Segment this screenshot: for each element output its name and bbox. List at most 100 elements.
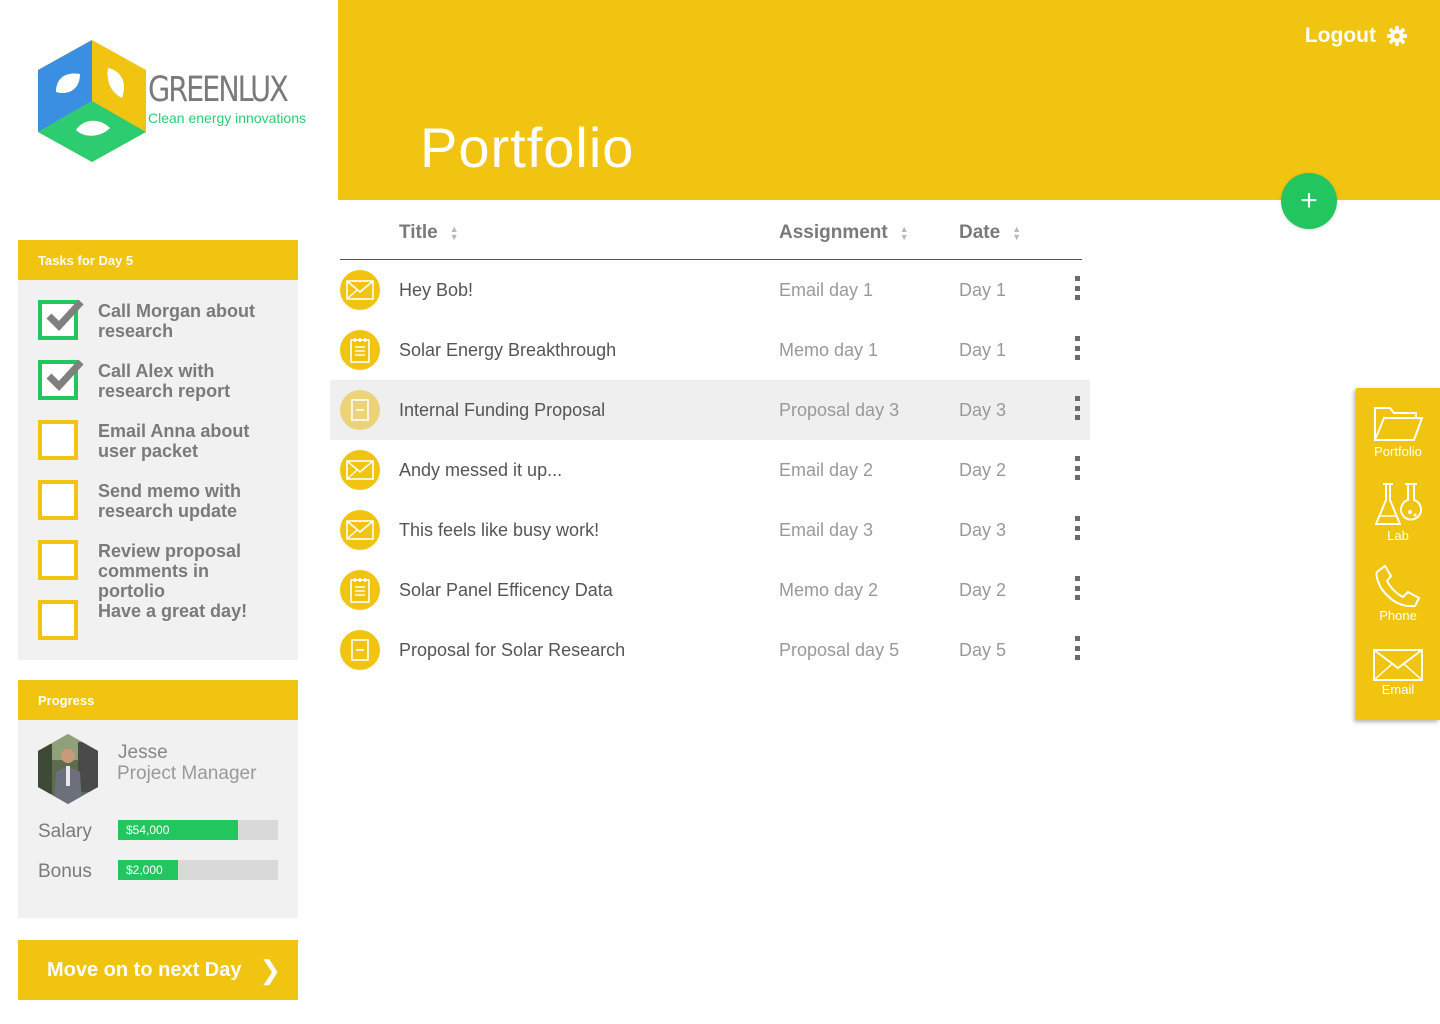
- logo: GREENLUX Clean energy innovations: [38, 40, 318, 162]
- table-row[interactable]: This feels like busy work! Email day 3 D…: [330, 500, 1090, 560]
- task-checkbox[interactable]: [38, 299, 84, 340]
- row-assignment: Email day 2: [779, 460, 874, 480]
- more-options-icon[interactable]: [1074, 636, 1080, 660]
- envelope-icon: [1373, 649, 1423, 681]
- row-date: Day 2: [959, 580, 1007, 600]
- task-label: Call Morgan about research: [98, 301, 255, 341]
- task-item[interactable]: Call Alex with research report: [38, 359, 278, 401]
- more-options-icon[interactable]: [1074, 516, 1080, 540]
- column-header-assignment-label: Assignment: [779, 222, 888, 243]
- dock-item-portfolio[interactable]: Portfolio: [1356, 402, 1440, 459]
- row-title: Andy messed it up...: [399, 460, 563, 480]
- dock-item-lab-label: Lab: [1387, 528, 1409, 543]
- sort-icon: ▲ ▼: [449, 224, 459, 242]
- greenlux-hexagon-logo: [38, 40, 146, 162]
- row-date: Day 2: [959, 460, 1007, 480]
- chevron-right-icon: ❯: [259, 954, 282, 985]
- row-title: Solar Energy Breakthrough: [399, 340, 617, 360]
- more-options-icon[interactable]: [1074, 576, 1080, 600]
- more-options-icon[interactable]: [1074, 336, 1080, 360]
- task-item[interactable]: Email Anna about user packet: [38, 420, 278, 461]
- row-date: Day 3: [959, 400, 1007, 420]
- table-row[interactable]: Internal Funding Proposal Proposal day 3…: [330, 380, 1090, 440]
- salary-value: $54,000: [126, 823, 170, 837]
- row-icon: [340, 330, 380, 370]
- document-icon: [351, 639, 369, 661]
- task-checkbox[interactable]: [38, 540, 78, 580]
- row-title: Hey Bob!: [399, 280, 474, 300]
- tasks-panel-title: Tasks for Day 5: [38, 252, 134, 268]
- task-item[interactable]: Call Morgan about research: [38, 299, 278, 341]
- notepad-icon: [350, 578, 370, 603]
- person-name: Jesse: [118, 742, 168, 763]
- bonus-bar-fill: $2,000: [118, 860, 178, 880]
- more-options-icon[interactable]: [1074, 456, 1080, 480]
- row-assignment: Proposal day 5: [779, 640, 900, 660]
- row-assignment: Email day 1: [779, 280, 874, 300]
- task-item[interactable]: Have a great day!: [38, 600, 278, 640]
- envelope-icon: [346, 520, 374, 540]
- bonus-label: Bonus: [38, 861, 92, 882]
- row-assignment: Proposal day 3: [779, 400, 900, 420]
- dock-item-portfolio-label: Portfolio: [1374, 444, 1422, 459]
- task-checkbox[interactable]: [38, 359, 84, 400]
- table-row[interactable]: Proposal for Solar Research Proposal day…: [330, 620, 1090, 680]
- table-row[interactable]: Solar Energy Breakthrough Memo day 1 Day…: [330, 320, 1090, 380]
- tasks-panel: Call Morgan about research Call Alex wit…: [18, 280, 298, 660]
- add-item-button[interactable]: +: [1281, 173, 1337, 229]
- salary-bar-fill: $54,000: [118, 820, 238, 840]
- person-role: Project Manager: [117, 763, 257, 784]
- column-header-date-label: Date: [959, 222, 1001, 243]
- phone-icon: [1375, 564, 1421, 608]
- flask-icon: [1374, 483, 1422, 525]
- progress-panel-title: Progress: [38, 692, 95, 708]
- sort-icon: ▲ ▼: [899, 224, 909, 242]
- table-row[interactable]: Hey Bob! Email day 1 Day 1: [330, 260, 1090, 320]
- row-icon: [340, 270, 380, 310]
- task-checkbox[interactable]: [38, 600, 78, 640]
- next-day-button[interactable]: Move on to next Day ❯: [18, 940, 298, 1000]
- task-item[interactable]: Review proposal comments in portolio: [38, 540, 278, 601]
- row-icon: [340, 570, 380, 610]
- gear-icon: [1386, 25, 1408, 47]
- plus-icon: +: [1300, 184, 1318, 217]
- salary-bar: $54,000: [118, 820, 278, 840]
- avatar: [38, 734, 98, 804]
- task-checkbox[interactable]: [38, 480, 78, 520]
- dock-item-email[interactable]: Email: [1356, 648, 1440, 697]
- row-date: Day 1: [959, 340, 1007, 360]
- column-header-date[interactable]: Date ▲ ▼: [959, 222, 1021, 244]
- dock-item-phone[interactable]: Phone: [1356, 564, 1440, 623]
- row-title: Proposal for Solar Research: [399, 640, 626, 660]
- row-icon: [340, 450, 380, 490]
- column-header-assignment[interactable]: Assignment ▲ ▼: [779, 222, 909, 244]
- more-options-icon[interactable]: [1074, 276, 1080, 300]
- dock-item-phone-label: Phone: [1379, 608, 1417, 623]
- task-label: Send memo with research update: [98, 481, 242, 521]
- app-dock: Portfolio Lab Phone Email: [1356, 388, 1440, 720]
- row-title: Solar Panel Efficency Data: [399, 580, 613, 600]
- row-icon: [340, 630, 380, 670]
- logout-button[interactable]: Logout: [1305, 24, 1408, 48]
- task-checkbox[interactable]: [38, 420, 78, 460]
- column-header-title[interactable]: Title ▲ ▼: [399, 222, 459, 244]
- envelope-icon: [346, 460, 374, 480]
- more-options-icon[interactable]: [1074, 396, 1080, 420]
- tasks-panel-header: Tasks for Day 5: [18, 240, 298, 280]
- next-day-label: Move on to next Day: [47, 958, 242, 981]
- row-title: Internal Funding Proposal: [399, 400, 606, 420]
- task-item[interactable]: Send memo with research update: [38, 480, 278, 521]
- salary-label: Salary: [38, 821, 92, 842]
- row-date: Day 3: [959, 520, 1007, 540]
- page-title: Portfolio: [420, 116, 635, 179]
- checkmark-icon: [46, 359, 84, 392]
- page-header: Logout Portfolio: [338, 0, 1440, 200]
- row-assignment: Memo day 1: [779, 340, 879, 360]
- table-row[interactable]: Solar Panel Efficency Data Memo day 2 Da…: [330, 560, 1090, 620]
- checkmark-icon: [46, 299, 84, 332]
- table-row[interactable]: Andy messed it up... Email day 2 Day 2: [330, 440, 1090, 500]
- dock-item-lab[interactable]: Lab: [1356, 482, 1440, 543]
- row-icon: [340, 510, 380, 550]
- row-icon: [340, 390, 380, 430]
- task-label: Have a great day!: [98, 601, 248, 621]
